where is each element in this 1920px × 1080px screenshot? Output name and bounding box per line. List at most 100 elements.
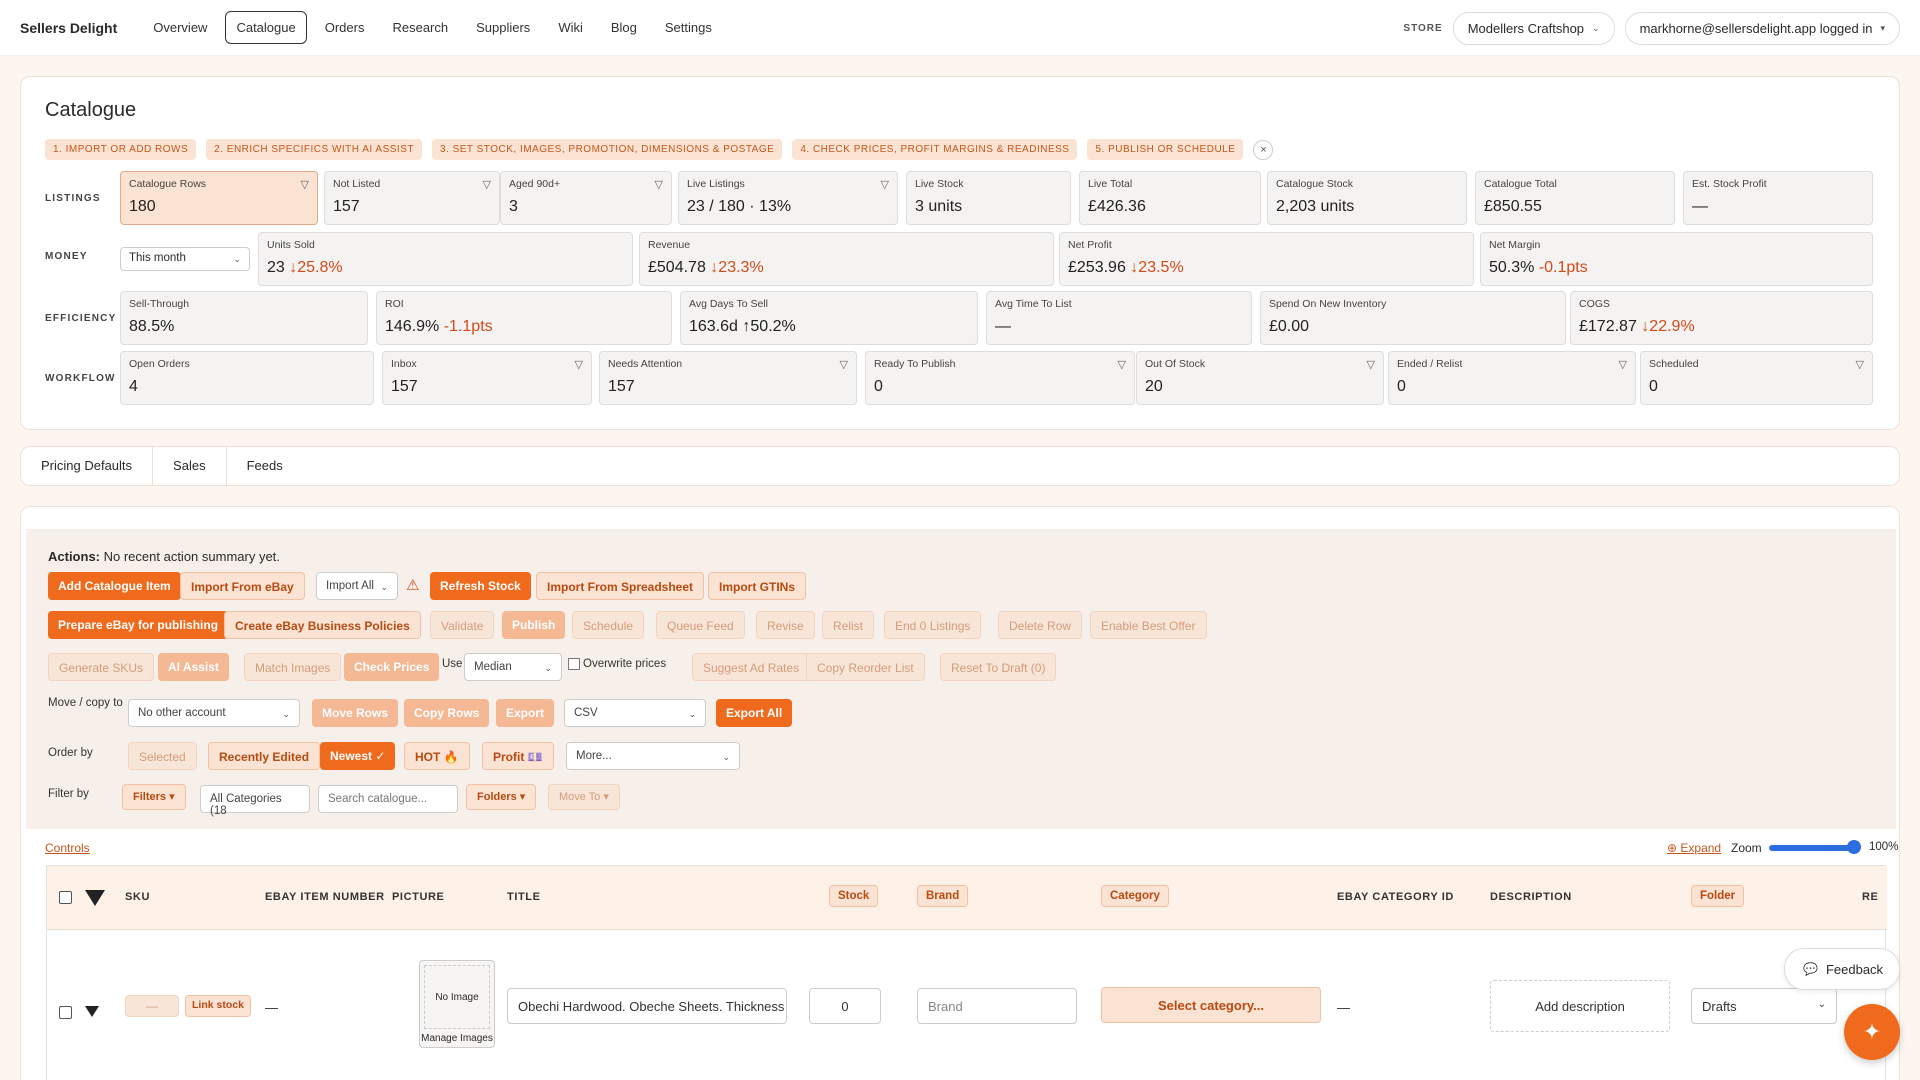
col-ebay-item-number[interactable]: EBAY ITEM NUMBER bbox=[265, 891, 385, 903]
metric-needs-attention[interactable]: Needs Attention 157 ▽ bbox=[599, 351, 857, 405]
reset-to-draft-button[interactable]: Reset To Draft (0) bbox=[940, 653, 1057, 681]
col-folder[interactable]: Folder bbox=[1691, 885, 1745, 907]
metric-open-orders[interactable]: Open Orders 4 bbox=[120, 351, 374, 405]
filter-icon[interactable]: ▽ bbox=[483, 178, 491, 191]
nav-orders[interactable]: Orders bbox=[315, 12, 375, 43]
metric-aged[interactable]: Aged 90d+ 3 ▽ bbox=[500, 171, 672, 225]
add-description-button[interactable]: Add description bbox=[1490, 980, 1670, 1032]
copy-rows-button[interactable]: Copy Rows bbox=[404, 699, 490, 727]
export-button[interactable]: Export bbox=[496, 699, 555, 727]
nav-wiki[interactable]: Wiki bbox=[548, 12, 593, 43]
expand-link[interactable]: ⊕ Expand bbox=[1667, 841, 1721, 855]
sku-value[interactable]: — bbox=[125, 995, 179, 1017]
folders-button[interactable]: Folders ▾ bbox=[466, 784, 537, 810]
tab-feeds[interactable]: Feeds bbox=[227, 447, 303, 485]
tab-sales[interactable]: Sales bbox=[153, 447, 227, 485]
step-4[interactable]: 4. CHECK PRICES, PROFIT MARGINS & READIN… bbox=[792, 139, 1078, 160]
metric-out-of-stock[interactable]: Out Of Stock 20 ▽ bbox=[1136, 351, 1384, 405]
metric-scheduled[interactable]: Scheduled 0 ▽ bbox=[1640, 351, 1873, 405]
user-menu[interactable]: markhorne@sellersdelight.app logged in ▾ bbox=[1624, 12, 1900, 45]
overwrite-prices-checkbox[interactable]: Overwrite prices bbox=[568, 658, 666, 670]
order-recently-edited-button[interactable]: Recently Edited bbox=[208, 742, 321, 770]
refresh-stock-button[interactable]: Refresh Stock bbox=[430, 572, 531, 600]
import-spreadsheet-button[interactable]: Import From Spreadsheet bbox=[536, 572, 705, 600]
match-images-button[interactable]: Match Images bbox=[244, 653, 342, 681]
queue-feed-button[interactable]: Queue Feed bbox=[656, 611, 745, 639]
filter-icon[interactable]: ▽ bbox=[655, 178, 663, 191]
close-icon[interactable]: × bbox=[1253, 139, 1274, 160]
order-newest-button[interactable]: Newest ✓ bbox=[320, 742, 396, 770]
col-stock[interactable]: Stock bbox=[829, 885, 879, 907]
filter-icon[interactable]: ▽ bbox=[301, 178, 309, 191]
copy-reorder-list-button[interactable]: Copy Reorder List bbox=[806, 653, 925, 681]
filter-icon[interactable]: ▽ bbox=[840, 358, 848, 371]
metric-live-listings[interactable]: Live Listings 23 / 180 · 13% ▽ bbox=[678, 171, 898, 225]
move-account-select[interactable]: No other account ⌄ bbox=[128, 699, 300, 727]
filter-icon[interactable]: ▽ bbox=[1619, 358, 1627, 371]
import-all-select[interactable]: Import All ⌄ bbox=[316, 572, 398, 600]
order-profit-button[interactable]: Profit 💷 bbox=[482, 742, 554, 770]
row-checkbox[interactable] bbox=[59, 1006, 72, 1019]
filter-icon[interactable]: ▽ bbox=[575, 358, 583, 371]
col-description[interactable]: DESCRIPTION bbox=[1490, 891, 1572, 903]
check-prices-button[interactable]: Check Prices bbox=[344, 653, 440, 681]
publish-button[interactable]: Publish bbox=[502, 611, 566, 639]
period-select[interactable]: This month ⌄ bbox=[120, 247, 250, 271]
metric-inbox[interactable]: Inbox 157 ▽ bbox=[382, 351, 592, 405]
stock-input[interactable]: 0 bbox=[809, 988, 881, 1024]
suggest-ad-rates-button[interactable]: Suggest Ad Rates bbox=[692, 653, 811, 681]
filter-icon[interactable]: ▽ bbox=[1367, 358, 1375, 371]
nav-suppliers[interactable]: Suppliers bbox=[466, 12, 540, 43]
prepare-ebay-button[interactable]: Prepare eBay for publishing bbox=[48, 611, 229, 639]
export-all-button[interactable]: Export All bbox=[716, 699, 793, 727]
add-catalogue-item-button[interactable]: Add Catalogue Item bbox=[48, 572, 181, 600]
ai-sparkle-fab-button[interactable]: ✦ bbox=[1844, 1004, 1900, 1060]
link-stock-button[interactable]: Link stock bbox=[185, 995, 251, 1017]
step-2[interactable]: 2. ENRICH SPECIFICS WITH AI ASSIST bbox=[206, 139, 422, 160]
metric-ready-to-publish[interactable]: Ready To Publish 0 ▽ bbox=[865, 351, 1135, 405]
col-re[interactable]: RE bbox=[1862, 891, 1878, 903]
price-method-select[interactable]: Median ⌄ bbox=[464, 653, 562, 681]
create-business-policies-button[interactable]: Create eBay Business Policies bbox=[224, 611, 421, 639]
zoom-slider[interactable] bbox=[1769, 845, 1855, 851]
enable-best-offer-button[interactable]: Enable Best Offer bbox=[1090, 611, 1207, 639]
nav-catalogue[interactable]: Catalogue bbox=[225, 11, 307, 44]
nav-blog[interactable]: Blog bbox=[601, 12, 647, 43]
end-listings-button[interactable]: End 0 Listings bbox=[884, 611, 982, 639]
order-hot-button[interactable]: HOT 🔥 bbox=[404, 742, 470, 770]
controls-link[interactable]: Controls bbox=[45, 841, 90, 855]
expand-row-icon[interactable] bbox=[85, 1006, 99, 1017]
order-selected-button[interactable]: Selected bbox=[128, 742, 197, 770]
filter-icon[interactable]: ▽ bbox=[881, 178, 889, 191]
step-5[interactable]: 5. PUBLISH OR SCHEDULE bbox=[1087, 139, 1244, 160]
col-brand[interactable]: Brand bbox=[917, 885, 969, 907]
manage-images-link[interactable]: Manage Images bbox=[420, 1033, 494, 1044]
col-sku[interactable]: SKU bbox=[125, 891, 150, 903]
nav-settings[interactable]: Settings bbox=[655, 12, 722, 43]
import-gtins-button[interactable]: Import GTINs bbox=[708, 572, 807, 600]
category-select[interactable]: Select category... bbox=[1101, 987, 1321, 1023]
ai-assist-button[interactable]: AI Assist bbox=[158, 653, 229, 681]
metric-catalogue-rows[interactable]: Catalogue Rows 180 ▽ bbox=[120, 171, 318, 225]
folder-select[interactable]: Drafts ⌄ bbox=[1691, 988, 1837, 1024]
delete-row-button[interactable]: Delete Row bbox=[998, 611, 1083, 639]
validate-button[interactable]: Validate bbox=[430, 611, 495, 639]
select-all-checkbox[interactable] bbox=[59, 891, 72, 904]
checkbox[interactable] bbox=[568, 658, 580, 670]
export-format-select[interactable]: CSV ⌄ bbox=[564, 699, 706, 727]
metric-not-listed[interactable]: Not Listed 157 ▽ bbox=[324, 171, 500, 225]
filter-icon[interactable]: ▽ bbox=[1856, 358, 1864, 371]
store-select[interactable]: Modellers Craftshop ⌄ bbox=[1452, 12, 1615, 45]
category-filter-select[interactable]: All Categories (18 bbox=[200, 785, 310, 817]
import-from-ebay-button[interactable]: Import From eBay bbox=[180, 572, 305, 600]
feedback-button[interactable]: 💬 Feedback bbox=[1784, 948, 1900, 990]
schedule-button[interactable]: Schedule bbox=[572, 611, 645, 639]
relist-button[interactable]: Relist bbox=[822, 611, 875, 639]
nav-research[interactable]: Research bbox=[382, 12, 458, 43]
zoom-slider-handle[interactable] bbox=[1847, 840, 1861, 854]
move-rows-button[interactable]: Move Rows bbox=[312, 699, 399, 727]
move-to-button[interactable]: Move To ▾ bbox=[548, 784, 620, 810]
picture-cell[interactable]: No Image Manage Images bbox=[419, 960, 495, 1048]
step-1[interactable]: 1. IMPORT OR ADD ROWS bbox=[45, 139, 197, 160]
col-ebay-category-id[interactable]: EBAY CATEGORY ID bbox=[1337, 891, 1454, 903]
